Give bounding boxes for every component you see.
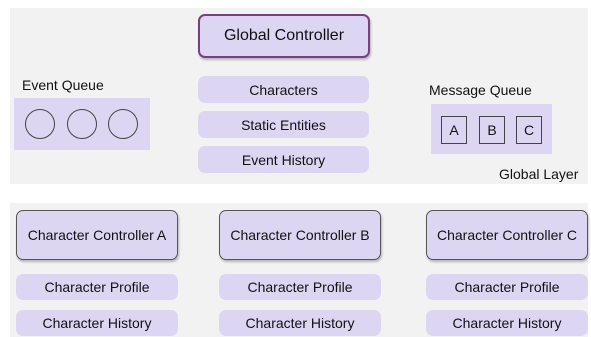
event-queue-slot bbox=[25, 109, 55, 139]
global-controller-node: Global Controller bbox=[198, 14, 370, 58]
event-queue-slot bbox=[108, 109, 138, 139]
character-profile-c: Character Profile bbox=[426, 274, 588, 300]
character-history-c: Character History bbox=[426, 310, 588, 336]
event-queue-label: Event Queue bbox=[22, 77, 104, 93]
character-controller-c: Character Controller C bbox=[426, 210, 588, 260]
static-entities-store: Static Entities bbox=[198, 111, 369, 138]
event-history-store: Event History bbox=[198, 146, 369, 173]
character-controller-b: Character Controller B bbox=[219, 210, 381, 260]
message-item: C bbox=[516, 116, 542, 144]
event-queue-slot bbox=[67, 109, 97, 139]
global-layer-label: Global Layer bbox=[499, 166, 579, 182]
characters-store: Characters bbox=[198, 76, 369, 103]
character-controller-a: Character Controller A bbox=[16, 210, 178, 260]
character-history-b: Character History bbox=[219, 310, 381, 336]
message-queue: A B C bbox=[431, 104, 552, 154]
message-item: A bbox=[441, 116, 467, 144]
character-profile-a: Character Profile bbox=[16, 274, 178, 300]
event-queue bbox=[14, 98, 150, 150]
character-history-a: Character History bbox=[16, 310, 178, 336]
character-profile-b: Character Profile bbox=[219, 274, 381, 300]
message-queue-label: Message Queue bbox=[429, 82, 532, 98]
message-item: B bbox=[479, 116, 505, 144]
